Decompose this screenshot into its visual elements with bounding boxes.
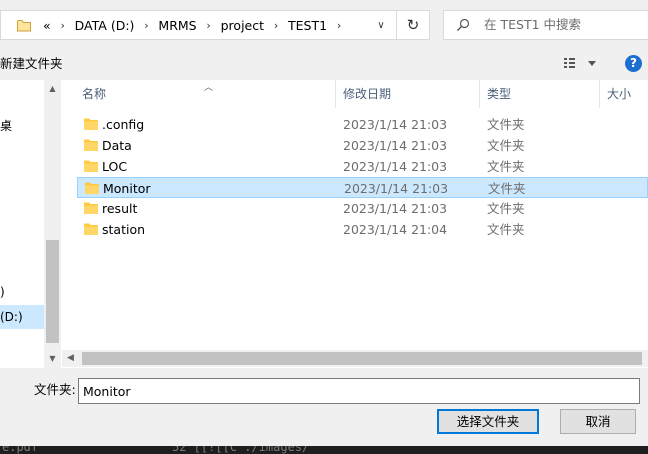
chevron-right-icon[interactable]: › xyxy=(331,19,347,32)
breadcrumb-project[interactable]: project xyxy=(217,18,268,33)
file-row[interactable]: Data 2023/1/14 21:03 文件夹 xyxy=(77,135,648,156)
file-date: 2023/1/14 21:04 xyxy=(343,222,448,237)
folder-icon xyxy=(84,202,98,214)
background-window: e.pdf 52 [[![[C ./images/ xyxy=(0,446,648,454)
file-name: Data xyxy=(102,138,132,153)
scrollbar-thumb[interactable] xyxy=(46,240,59,343)
chevron-right-icon[interactable]: › xyxy=(268,19,284,32)
breadcrumb-overflow[interactable]: « xyxy=(39,18,55,33)
view-options-icon[interactable] xyxy=(560,56,600,72)
nav-item-drive[interactable]: ) xyxy=(0,282,44,302)
breadcrumb-test1[interactable]: TEST1 xyxy=(284,18,331,33)
file-name: Monitor xyxy=(103,181,151,196)
chevron-right-icon[interactable]: › xyxy=(201,19,217,32)
column-header-type[interactable]: 类型 xyxy=(487,80,511,108)
file-name: station xyxy=(102,222,146,237)
chevron-right-icon[interactable]: › xyxy=(138,19,154,32)
scroll-down-icon[interactable]: ▼ xyxy=(44,350,61,367)
file-type: 文件夹 xyxy=(487,222,525,237)
select-folder-button[interactable]: 选择文件夹 xyxy=(437,409,539,434)
file-type: 文件夹 xyxy=(487,138,525,153)
folder-icon xyxy=(17,20,31,32)
column-header-name[interactable]: 名称 xyxy=(82,80,106,108)
folder-icon xyxy=(84,139,98,151)
help-icon[interactable]: ? xyxy=(625,55,642,72)
search-placeholder: 在 TEST1 中搜索 xyxy=(484,17,582,32)
folder-icon xyxy=(84,118,98,130)
breadcrumb: « › DATA (D:) › MRMS › project › TEST1 › xyxy=(39,11,347,39)
nav-scrollbar[interactable]: ▲ ▼ xyxy=(44,80,61,368)
sort-ascending-icon: ︿ xyxy=(204,83,214,93)
folder-name-input[interactable] xyxy=(78,378,640,404)
search-icon xyxy=(457,18,470,31)
file-name: result xyxy=(102,201,138,216)
file-date: 2023/1/14 21:03 xyxy=(344,181,449,196)
search-box[interactable]: 在 TEST1 中搜索 xyxy=(443,10,648,40)
file-date: 2023/1/14 21:03 xyxy=(343,159,448,174)
chevron-right-icon[interactable]: › xyxy=(55,19,71,32)
column-header-size[interactable]: 大小 xyxy=(607,80,631,108)
cancel-button[interactable]: 取消 xyxy=(560,409,636,434)
file-type: 文件夹 xyxy=(487,117,525,132)
background-filename: e.pdf xyxy=(2,446,39,454)
address-dropdown-icon[interactable]: ∨ xyxy=(367,11,395,39)
file-row[interactable]: station 2023/1/14 21:04 文件夹 xyxy=(77,219,648,240)
file-row-selected[interactable]: Monitor 2023/1/14 21:03 文件夹 xyxy=(77,177,648,198)
folder-icon xyxy=(84,223,98,235)
file-list[interactable]: ︿ 名称 修改日期 类型 大小 .config 2023/1/14 21:03 … xyxy=(62,80,648,368)
file-row[interactable]: .config 2023/1/14 21:03 文件夹 xyxy=(77,114,648,135)
file-date: 2023/1/14 21:03 xyxy=(343,117,448,132)
horizontal-scrollbar[interactable]: ◀ xyxy=(62,350,648,367)
file-date: 2023/1/14 21:03 xyxy=(343,201,448,216)
file-date: 2023/1/14 21:03 xyxy=(343,138,448,153)
nav-item-data-drive[interactable]: (D:) xyxy=(0,305,44,329)
folder-icon xyxy=(84,160,98,172)
breadcrumb-mrms[interactable]: MRMS xyxy=(154,18,200,33)
folder-field-label: 文件夹: xyxy=(34,382,76,397)
navigation-pane[interactable]: 桌 ) (D:) ▲ ▼ xyxy=(0,80,62,368)
address-bar[interactable]: « › DATA (D:) › MRMS › project › TEST1 ›… xyxy=(0,10,397,40)
nav-item-desktop[interactable]: 桌 xyxy=(0,116,44,136)
file-row[interactable]: result 2023/1/14 21:03 文件夹 xyxy=(77,198,648,219)
new-folder-button[interactable]: 新建文件夹 xyxy=(0,56,63,72)
file-type: 文件夹 xyxy=(487,159,525,174)
scroll-up-icon[interactable]: ▲ xyxy=(44,80,61,97)
column-header-date[interactable]: 修改日期 xyxy=(343,80,391,108)
background-code-line: 52 [[![[C ./images/ xyxy=(172,446,310,454)
scrollbar-thumb[interactable] xyxy=(82,352,642,365)
refresh-button[interactable]: ↻ xyxy=(396,10,430,40)
file-type: 文件夹 xyxy=(487,201,525,216)
file-name: LOC xyxy=(102,159,128,174)
file-name: .config xyxy=(102,117,145,132)
breadcrumb-drive[interactable]: DATA (D:) xyxy=(71,18,139,33)
column-divider[interactable] xyxy=(479,80,480,108)
folder-icon xyxy=(85,182,99,194)
file-type: 文件夹 xyxy=(488,181,526,196)
file-row[interactable]: LOC 2023/1/14 21:03 文件夹 xyxy=(77,156,648,177)
column-divider[interactable] xyxy=(599,80,600,108)
scroll-left-icon[interactable]: ◀ xyxy=(62,350,79,367)
column-divider[interactable] xyxy=(335,80,336,108)
